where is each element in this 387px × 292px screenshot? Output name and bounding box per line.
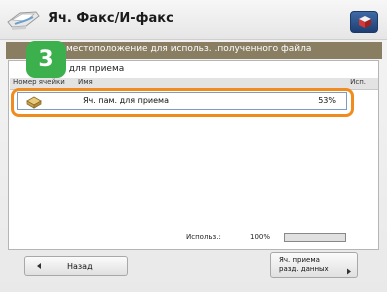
selection-highlight [11,88,354,117]
panel-title: . для приема [63,64,125,74]
usage-bar-fill [285,234,345,241]
column-header-number[interactable]: Номер ячейки [13,78,65,86]
home-cube-icon [359,16,371,28]
header-bar: Яч. Факс/И-факс [0,0,387,40]
column-header-usage[interactable]: Исп. [350,78,366,86]
usage-value: 100% [250,233,271,241]
back-button[interactable]: Назад [24,256,128,276]
screen: Яч. Факс/И-факс местоположение для испол… [0,0,387,292]
split-data-inbox-label: Яч. приема разд. данных [279,256,329,273]
fax-icon [6,4,42,34]
page-title: Яч. Факс/И-факс [48,11,174,26]
arrow-right-icon [347,268,351,275]
home-button[interactable] [350,11,378,33]
step-badge: 3 [26,41,66,78]
usage-bar [284,233,346,242]
arrow-left-icon [37,263,41,269]
back-button-label: Назад [67,262,93,271]
split-data-inbox-button[interactable]: Яч. приема разд. данных [270,252,358,278]
instruction-text: местоположение для использ. .полученного… [66,44,312,54]
column-header-name[interactable]: Имя [78,78,93,86]
usage-label: Использ.: [186,233,221,241]
